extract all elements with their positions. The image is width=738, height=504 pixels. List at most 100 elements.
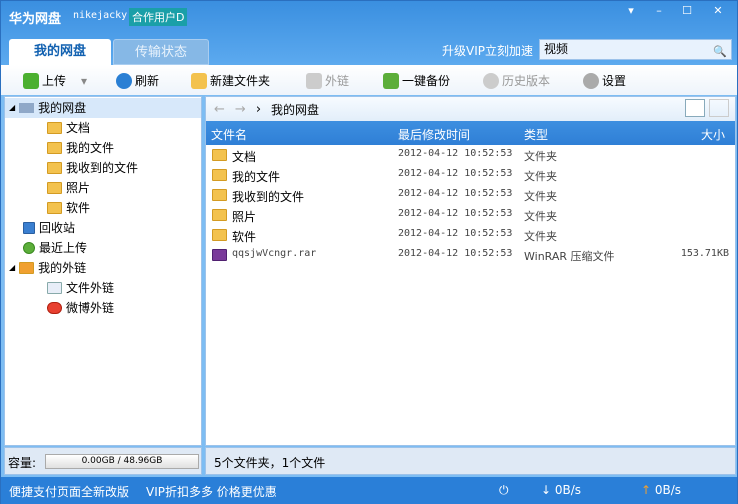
file-name: 照片 [232,210,257,224]
user-folder-icon [47,142,62,154]
nav-bar: ← → › 我的网盘 [206,97,735,121]
file-modified: 2012-04-12 10:52:53 [398,208,513,219]
file-name: 我的文件 [232,170,281,184]
tree-item[interactable]: 微博外链 [5,298,201,318]
refresh-label: 刷新 [135,74,160,88]
inbox-folder-icon [47,162,62,174]
tree-item[interactable]: 文档 [5,118,201,138]
links-icon [19,262,35,274]
upload-button[interactable]: 上传 ▾ [23,72,87,89]
table-row[interactable]: qqsjwVcngr.rar 2012-04-12 10:52:53 WinRA… [206,245,735,265]
disk-icon [19,103,35,113]
new-folder-icon [191,72,207,89]
status-text: 5个文件夹，1个文件 [214,456,326,470]
back-icon[interactable]: ← [214,102,225,117]
external-link-label: 外链 [325,74,350,88]
col-size[interactable]: 大小 [701,126,725,143]
file-modified: 2012-04-12 10:52:53 [398,148,513,159]
recycle-bin-icon [23,222,35,234]
tree-item[interactable]: 文件外链 [5,278,201,298]
tree-links[interactable]: ◢ 我的外链 [5,258,201,278]
folder-icon [47,122,62,134]
upload-label: 上传 [42,74,67,88]
tree-item[interactable]: 软件 [5,198,201,218]
expand-icon[interactable]: ◢ [9,258,15,278]
expand-icon[interactable]: ◢ [9,98,15,118]
file-name: 软件 [232,230,257,244]
tree-label: 回收站 [39,221,76,235]
clock-icon [483,72,499,89]
new-folder-label: 新建文件夹 [210,74,271,88]
folder-icon [47,202,62,214]
promo-link[interactable]: 便捷支付页面全新改版 [9,483,129,500]
vip-link[interactable]: 升级VIP立刻加速 [442,42,533,59]
power-icon[interactable]: ⏻ [499,483,509,498]
table-header: 文件名 最后修改时间 类型 大小 [206,121,735,145]
file-size: 153.71KB [680,248,729,259]
external-link-button[interactable]: 外链 [306,72,349,89]
table-row[interactable]: 我收到的文件 2012-04-12 10:52:53 文件夹 [206,185,735,205]
forward-icon[interactable]: → [235,102,246,117]
file-link-icon [47,282,62,294]
col-modified[interactable]: 最后修改时间 [398,126,470,143]
tab-transfer[interactable]: 传输状态 [113,39,209,65]
file-modified: 2012-04-12 10:52:53 [398,228,513,239]
settings-button[interactable]: 设置 [583,72,626,89]
tree-label: 照片 [66,181,91,195]
folder-icon [212,169,227,181]
tree-label: 文档 [66,121,91,135]
folder-icon [212,229,227,241]
tree-label: 我的文件 [66,141,115,155]
history-button[interactable]: 历史版本 [483,72,550,89]
folder-icon [47,182,62,194]
table-row[interactable]: 我的文件 2012-04-12 10:52:53 文件夹 [206,165,735,185]
search-value: 视频 [544,42,569,56]
tree-label: 我的外链 [38,261,87,275]
gear-icon [583,72,599,89]
weibo-icon [47,302,62,314]
tree-my-disk[interactable]: ◢ 我的网盘 [5,98,201,118]
new-folder-button[interactable]: 新建文件夹 [191,72,270,89]
tree-recent[interactable]: 最近上传 [5,238,201,258]
search-input[interactable]: 视频 🔍 [539,39,732,60]
breadcrumb[interactable]: 我的网盘 [271,101,319,118]
menu-icon[interactable]: ▾ [619,4,643,20]
table-row[interactable]: 文档 2012-04-12 10:52:53 文件夹 [206,145,735,165]
refresh-button[interactable]: 刷新 [116,72,159,89]
tree-item[interactable]: 我收到的文件 [5,158,201,178]
table-row[interactable]: 照片 2012-04-12 10:52:53 文件夹 [206,205,735,225]
search-icon[interactable]: 🔍 [713,42,727,61]
col-name[interactable]: 文件名 [211,126,247,143]
tree-item[interactable]: 我的文件 [5,138,201,158]
file-type: 文件夹 [524,150,557,163]
recent-upload-icon [23,242,35,254]
col-type[interactable]: 类型 [524,126,548,143]
promo-link[interactable]: VIP折扣多多 价格更优惠 [146,483,277,500]
file-name: 我收到的文件 [232,190,305,204]
tree-label: 最近上传 [39,241,88,255]
grid-view-icon[interactable] [709,99,729,117]
capacity-panel: 容量: 0.00GB / 48.96GB [4,447,202,475]
file-modified: 2012-04-12 10:52:53 [398,188,513,199]
file-type: 文件夹 [524,230,557,243]
capacity-label: 容量: [8,456,37,470]
table-row[interactable]: 软件 2012-04-12 10:52:53 文件夹 [206,225,735,245]
capacity-bar: 0.00GB / 48.96GB [45,454,199,469]
maximize-button[interactable]: ☐ [675,4,699,20]
tab-my-disk[interactable]: 我的网盘 [9,39,111,65]
file-type: WinRAR 压缩文件 [524,250,615,263]
tree-item[interactable]: 照片 [5,178,201,198]
tree-label: 我的网盘 [38,101,87,115]
backup-icon [383,72,399,89]
minimize-button[interactable]: – [647,4,671,20]
chevron-down-icon[interactable]: ▾ [81,74,87,88]
folder-icon [212,149,227,161]
close-button[interactable]: ✕ [706,4,730,20]
file-type: 文件夹 [524,190,557,203]
upload-icon [23,72,39,89]
backup-label: 一键备份 [402,74,451,88]
tree-recycle[interactable]: 回收站 [5,218,201,238]
tree-label: 我收到的文件 [66,161,139,175]
backup-button[interactable]: 一键备份 [383,72,450,89]
list-view-icon[interactable] [685,99,705,117]
